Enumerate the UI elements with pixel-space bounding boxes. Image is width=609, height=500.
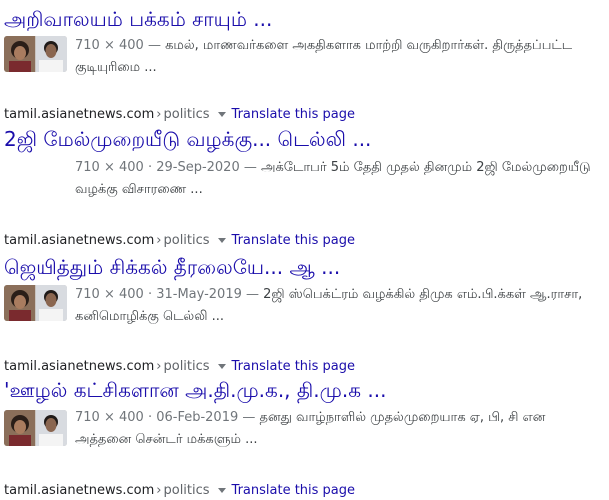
result-date: 06-Feb-2019 (156, 410, 239, 425)
snippet-text: தனது வாழ்நாளில் முதல்முறையாக ஏ, பி, சி எ… (75, 410, 546, 447)
translate-page-link[interactable]: Translate this page (232, 233, 355, 248)
source-path: politics (163, 107, 210, 122)
breadcrumb-separator: › (156, 233, 162, 248)
meta-separator: · (147, 410, 153, 425)
meta-separator: · (147, 160, 153, 175)
image-dimensions: 710 × 400 (75, 287, 144, 302)
result-thumbnail[interactable] (4, 410, 67, 446)
result-date: 31-May-2019 (156, 287, 242, 302)
image-dimensions: 710 × 400 (75, 38, 144, 53)
result-date: 29-Sep-2020 (156, 160, 240, 175)
result-title-link[interactable]: 'ஊழல் கட்சிகளான அ.தி.மு.க., தி.மு.க ... (4, 377, 386, 403)
meta-separator: · (147, 287, 153, 302)
triangle-down-icon[interactable] (217, 237, 226, 243)
snippet-dash: — (246, 287, 260, 302)
result-source: tamil.asianetnews.com › politics Translate … (4, 482, 355, 499)
image-dimensions: 710 × 400 (75, 410, 144, 425)
result-title-link[interactable]: ஜெயித்தும் சிக்கல் தீரலையே... ஆ ... (4, 254, 340, 280)
result-source: tamil.asianetnews.com › politics Translate … (4, 106, 355, 123)
snippet-dash: — (243, 160, 257, 175)
breadcrumb-separator: › (156, 483, 162, 498)
thumbnail-image (4, 410, 67, 446)
thumbnail-image (4, 285, 67, 321)
result-snippet: 710 × 400 · 29-Sep-2020 — அக்டோபர் 5ம் த… (75, 157, 595, 201)
source-domain[interactable]: tamil.asianetnews.com (4, 483, 154, 498)
source-path: politics (163, 483, 210, 498)
result-source: tamil.asianetnews.com › politics Translate … (4, 232, 355, 249)
source-domain[interactable]: tamil.asianetnews.com (4, 359, 154, 374)
source-path: politics (163, 233, 210, 248)
translate-page-link[interactable]: Translate this page (232, 107, 355, 122)
result-snippet: 710 × 400 · 06-Feb-2019 — தனது வாழ்நாளில… (75, 407, 595, 451)
source-domain[interactable]: tamil.asianetnews.com (4, 107, 154, 122)
snippet-dash: — (147, 38, 161, 53)
source-path: politics (163, 359, 210, 374)
triangle-down-icon[interactable] (217, 111, 226, 117)
result-thumbnail[interactable] (4, 36, 67, 72)
breadcrumb-separator: › (156, 359, 162, 374)
translate-page-link[interactable]: Translate this page (232, 483, 355, 498)
result-source: tamil.asianetnews.com › politics Translate … (4, 358, 355, 375)
translate-page-link[interactable]: Translate this page (232, 359, 355, 374)
snippet-text: அக்டோபர் 5ம் தேதி முதல் தினமும் 2ஜி மேல்… (75, 160, 591, 197)
image-dimensions: 710 × 400 (75, 160, 144, 175)
source-domain[interactable]: tamil.asianetnews.com (4, 233, 154, 248)
triangle-down-icon[interactable] (217, 363, 226, 369)
triangle-down-icon[interactable] (217, 487, 226, 493)
result-title-link[interactable]: 2ஜி மேல்முறையீடு வழக்கு... டெல்லி ... (4, 126, 371, 152)
result-snippet: 710 × 400 · 31-May-2019 — 2ஜி ஸ்பெக்ட்ரம… (75, 284, 595, 328)
result-thumbnail[interactable] (4, 285, 67, 321)
result-title-link[interactable]: அறிவாலயம் பக்கம் சாயும் ... (4, 6, 272, 32)
snippet-dash: — (242, 410, 256, 425)
snippet-text: 2ஜி ஸ்பெக்ட்ரம் வழக்கில் திமுக எம்.பி.க்… (75, 287, 583, 324)
result-snippet: 710 × 400 — கமல், மாணவர்களை அகதிகளாக மாற… (75, 35, 595, 79)
breadcrumb-separator: › (156, 107, 162, 122)
thumbnail-image (4, 36, 67, 72)
